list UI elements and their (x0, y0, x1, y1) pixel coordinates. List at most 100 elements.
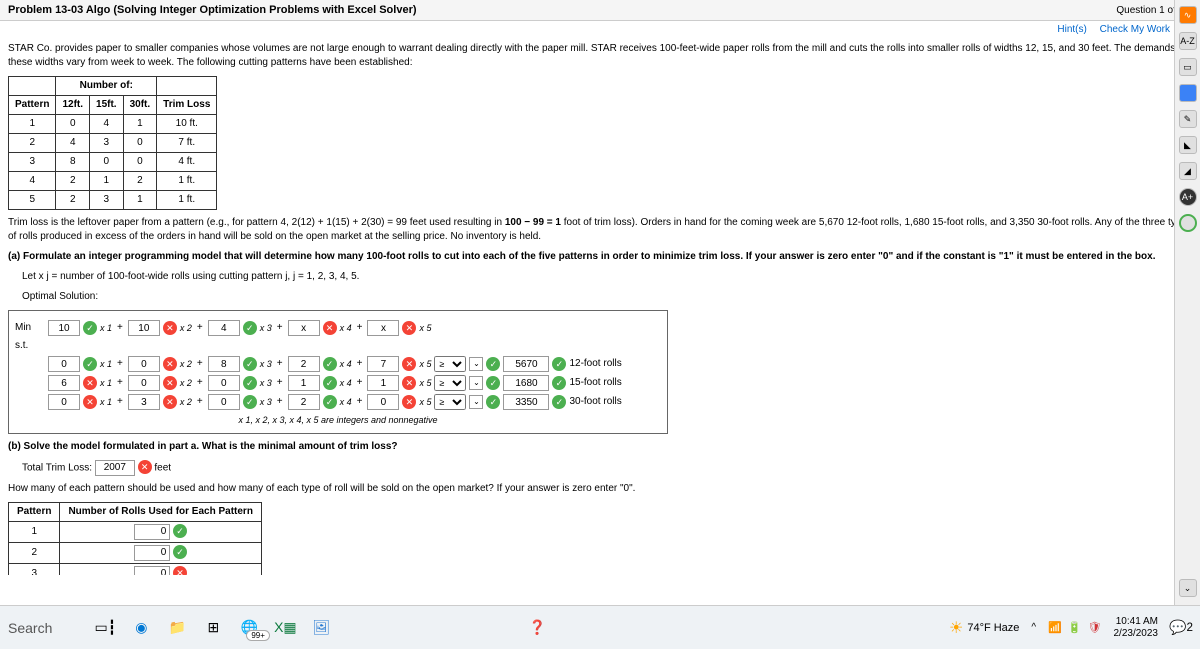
coef-input[interactable] (48, 375, 80, 391)
part-b-q2: How many of each pattern should be used … (8, 482, 1192, 496)
check-icon: ✓ (173, 545, 187, 559)
notifications-icon[interactable]: 💬2 (1170, 617, 1192, 639)
chevron-down-icon[interactable]: ⌄ (1179, 579, 1197, 597)
coef-input[interactable] (128, 394, 160, 410)
cross-icon: ✕ (402, 321, 416, 335)
task-view-icon[interactable]: ▭┇ (94, 617, 116, 639)
intro-text: STAR Co. provides paper to smaller compa… (8, 42, 1192, 70)
coef-input[interactable] (128, 375, 160, 391)
tray-chevron-icon[interactable]: ^ (1031, 622, 1036, 633)
coef-input[interactable] (208, 394, 240, 410)
chrome-icon[interactable]: 🌐99+ (238, 617, 260, 639)
triangle-icon[interactable]: ◢ (1179, 162, 1197, 180)
operator-select[interactable]: ≥ (434, 356, 466, 372)
excel-icon[interactable]: X▦ (274, 617, 296, 639)
az-icon[interactable]: A-Z (1179, 32, 1197, 50)
coef-input[interactable] (288, 394, 320, 410)
coef-input[interactable] (48, 356, 80, 372)
hints-link[interactable]: Hint(s) (1057, 24, 1086, 35)
wifi-icon[interactable]: 📶 (1048, 621, 1062, 634)
aplus-icon[interactable]: A+ (1179, 188, 1197, 206)
check-icon: ✓ (323, 395, 337, 409)
operator-select[interactable]: ≥ (434, 394, 466, 410)
check-my-work-link[interactable]: Check My Work (1100, 24, 1170, 35)
coef-input[interactable] (367, 356, 399, 372)
coef-input[interactable] (367, 394, 399, 410)
rhs-input[interactable] (503, 375, 549, 391)
clock[interactable]: 10:41 AM 2/23/2023 (1114, 616, 1159, 640)
feet-unit: feet (154, 462, 171, 473)
edge-icon[interactable]: ◉ (130, 617, 152, 639)
circle-icon[interactable] (1179, 214, 1197, 232)
problem-title: Problem 13-03 Algo (Solving Integer Opti… (8, 4, 417, 16)
check-icon: ✓ (173, 524, 187, 538)
rss-icon[interactable]: ∿ (1179, 6, 1197, 24)
store-icon[interactable]: ⊞ (202, 617, 224, 639)
coef-input[interactable] (208, 320, 240, 336)
chevron-down-icon[interactable]: ⌄ (469, 357, 483, 371)
cross-icon: ✕ (173, 566, 187, 575)
taskbar-search[interactable]: Search (8, 620, 52, 636)
coef-input[interactable] (288, 320, 320, 336)
rhs-input[interactable] (503, 394, 549, 410)
coef-input[interactable] (367, 375, 399, 391)
cross-icon: ✕ (163, 376, 177, 390)
help-icon[interactable]: ❓ (526, 617, 548, 639)
check-icon: ✓ (243, 395, 257, 409)
calc-icon[interactable]: ▭ (1179, 58, 1197, 76)
coef-input[interactable] (48, 394, 80, 410)
weather-widget[interactable]: ☀74°F Haze (949, 618, 1019, 638)
let-statement: Let x j = number of 100-foot-wide rolls … (22, 270, 1192, 284)
trim-loss-explanation: Trim loss is the leftover paper from a p… (8, 216, 1192, 244)
check-icon: ✓ (323, 357, 337, 371)
check-icon: ✓ (486, 357, 500, 371)
cross-icon: ✕ (402, 357, 416, 371)
check-icon: ✓ (243, 376, 257, 390)
cross-icon: ✕ (323, 321, 337, 335)
operator-select[interactable]: ≥ (434, 375, 466, 391)
right-toolbar: ∿ A-Z ▭ ✎ ◣ ◢ A+ ⌄ (1174, 0, 1200, 605)
coef-input[interactable] (208, 375, 240, 391)
photos-icon[interactable]: 🖼 (310, 617, 332, 639)
chevron-down-icon[interactable]: ⌄ (469, 395, 483, 409)
shape-icon[interactable]: ◣ (1179, 136, 1197, 154)
coef-input[interactable] (208, 356, 240, 372)
check-icon: ✓ (243, 321, 257, 335)
check-icon: ✓ (486, 376, 500, 390)
cross-icon: ✕ (402, 395, 416, 409)
coef-input[interactable] (128, 320, 160, 336)
rolls-input[interactable] (134, 545, 170, 561)
security-icon[interactable]: 🛡 (1088, 621, 1102, 634)
cross-icon: ✕ (163, 321, 177, 335)
highlight-icon[interactable]: ✎ (1179, 110, 1197, 128)
check-icon: ✓ (486, 395, 500, 409)
explorer-icon[interactable]: 📁 (166, 617, 188, 639)
cross-icon: ✕ (83, 395, 97, 409)
coef-input[interactable] (288, 356, 320, 372)
part-a-prompt: (a) Formulate an integer programming mod… (8, 250, 1192, 264)
cross-icon: ✕ (163, 395, 177, 409)
rolls-input[interactable] (134, 566, 170, 575)
check-icon: ✓ (552, 357, 566, 371)
rolls-input[interactable] (134, 524, 170, 540)
total-trim-input[interactable] (95, 460, 135, 476)
coef-input[interactable] (128, 356, 160, 372)
battery-icon[interactable]: 🔋 (1068, 621, 1082, 634)
coef-input[interactable] (48, 320, 80, 336)
coef-input[interactable] (288, 375, 320, 391)
check-icon: ✓ (243, 357, 257, 371)
check-icon: ✓ (83, 321, 97, 335)
cross-icon: ✕ (163, 357, 177, 371)
nonneg-constraint: x 1, x 2, x 3, x 4, x 5 are integers and… (15, 414, 661, 427)
coef-input[interactable] (367, 320, 399, 336)
windows-taskbar: Search ▭┇ ◉ 📁 ⊞ 🌐99+ X▦ 🖼 ❓ ☀74°F Haze ^… (0, 605, 1200, 649)
book-icon[interactable] (1179, 84, 1197, 102)
rolls-used-table: PatternNumber of Rolls Used for Each Pat… (8, 502, 262, 575)
check-icon: ✓ (552, 376, 566, 390)
check-icon: ✓ (323, 376, 337, 390)
rhs-input[interactable] (503, 356, 549, 372)
chevron-down-icon[interactable]: ⌄ (469, 376, 483, 390)
check-icon: ✓ (83, 357, 97, 371)
total-trim-label: Total Trim Loss: (22, 462, 92, 473)
part-b-prompt: (b) Solve the model formulated in part a… (8, 440, 1192, 454)
